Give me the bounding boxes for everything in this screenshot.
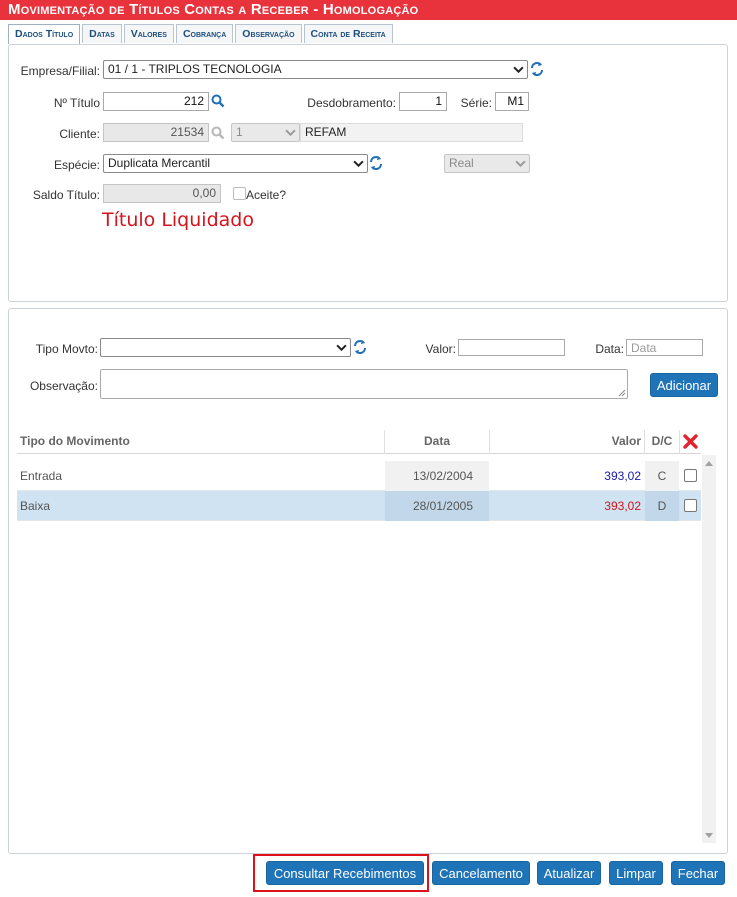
scroll-down-icon[interactable]	[705, 833, 713, 839]
desdobramento-label: Desdobramento:	[307, 96, 396, 110]
data-input[interactable]: Data	[626, 339, 703, 356]
refresh-icon[interactable]	[353, 339, 367, 355]
row-dc: C	[645, 461, 679, 491]
search-icon[interactable]	[211, 94, 225, 108]
cliente-seq: 1	[236, 125, 243, 139]
resize-handle-icon[interactable]	[617, 388, 626, 397]
tab-datas[interactable]: Datas	[82, 24, 122, 43]
titulo-value: 212	[183, 94, 204, 108]
empresa-label: Empresa/Filial:	[20, 64, 100, 78]
aceite-label: Aceite?	[246, 188, 287, 202]
observacao-label: Observação:	[29, 379, 98, 393]
row-data: 28/01/2005	[385, 491, 489, 521]
refresh-icon[interactable]	[530, 61, 544, 77]
cliente-code: 21534	[170, 125, 204, 139]
empresa-select[interactable]: 01 / 1 - TRIPLOS TECNOLOGIA	[103, 60, 528, 79]
desdobramento-input[interactable]: 1	[399, 92, 447, 111]
titulo-label: Nº Título	[53, 96, 100, 110]
cliente-seq-select: 1	[231, 123, 300, 142]
col-tipo-movimento[interactable]: Tipo do Movimento	[20, 430, 130, 454]
search-icon	[211, 126, 225, 140]
highlight-box	[253, 854, 429, 892]
titulo-input[interactable]: 212	[103, 92, 209, 111]
valor-input[interactable]	[458, 339, 565, 356]
saldo-value: 0,00	[192, 186, 216, 200]
valor-label: Valor:	[425, 342, 456, 356]
especie-select[interactable]: Duplicata Mercantil	[103, 154, 368, 173]
row-data: 13/02/2004	[385, 461, 489, 491]
chevron-down-icon	[515, 160, 526, 168]
tab-bar: Dados Título Datas Valores Cobrança Obse…	[8, 24, 395, 44]
limpar-button[interactable]: Limpar	[609, 861, 663, 885]
especie-label: Espécie:	[53, 158, 100, 172]
data-label: Data:	[595, 342, 624, 356]
chevron-down-icon	[285, 129, 296, 137]
scroll-up-icon[interactable]	[705, 460, 713, 466]
serie-label: Série:	[460, 96, 492, 110]
observacao-textarea[interactable]	[100, 369, 628, 399]
cliente-name-field: REFAM	[300, 123, 523, 142]
especie-value: Duplicata Mercantil	[108, 156, 211, 170]
col-valor[interactable]: Valor	[490, 430, 643, 454]
row-tipo: Entrada	[20, 469, 63, 483]
col-data[interactable]: Data	[385, 430, 489, 454]
aceite-checkbox[interactable]	[233, 187, 246, 200]
cliente-code-input: 21534	[103, 123, 209, 142]
tab-cobranca[interactable]: Cobrança	[175, 24, 234, 43]
col-dc[interactable]: D/C	[645, 430, 679, 454]
empresa-value: 01 / 1 - TRIPLOS TECNOLOGIA	[108, 62, 282, 76]
cliente-label: Cliente:	[59, 127, 100, 141]
tab-dados-titulo[interactable]: Dados Título	[8, 24, 81, 44]
table-row[interactable]: Entrada 13/02/2004 393,02 C	[17, 461, 701, 491]
refresh-icon[interactable]	[369, 155, 383, 171]
tab-observacao[interactable]: Observação	[235, 24, 302, 43]
chevron-down-icon	[353, 160, 364, 168]
serie-input[interactable]: M1	[495, 92, 529, 111]
col-divider	[679, 430, 680, 454]
chevron-down-icon	[513, 66, 524, 74]
grid-scrollbar[interactable]	[702, 455, 716, 843]
cliente-name: REFAM	[305, 125, 347, 139]
dados-titulo-panel	[8, 44, 728, 302]
tipo-movto-label: Tipo Movto:	[35, 342, 98, 356]
fechar-button[interactable]: Fechar	[671, 861, 725, 885]
row-checkbox[interactable]	[684, 469, 697, 482]
chevron-down-icon	[336, 344, 347, 352]
row-valor: 393,02	[604, 499, 641, 513]
atualizar-button[interactable]: Atualizar	[537, 861, 601, 885]
tab-conta-de-receita[interactable]: Conta de Receita	[303, 24, 393, 43]
cancelamento-button[interactable]: Cancelamento	[432, 861, 530, 885]
window-title: Movimentação de Títulos Contas a Receber…	[0, 0, 737, 20]
tipo-movto-select[interactable]	[100, 338, 351, 357]
grid-header: Tipo do Movimento Data Valor D/C	[17, 430, 701, 454]
row-tipo: Baixa	[20, 499, 51, 513]
serie-value: M1	[507, 94, 524, 108]
row-dc: D	[645, 491, 679, 521]
row-checkbox[interactable]	[684, 499, 697, 512]
desdobramento-value: 1	[435, 94, 442, 108]
saldo-label: Saldo Título:	[32, 188, 100, 202]
status-text: Título Liquidado	[102, 209, 254, 231]
table-row[interactable]: Baixa 28/01/2005 393,02 D	[17, 491, 701, 521]
adicionar-button[interactable]: Adicionar	[650, 373, 718, 397]
saldo-input: 0,00	[103, 184, 221, 203]
tab-valores[interactable]: Valores	[123, 24, 174, 43]
moeda-select: Real	[444, 154, 530, 173]
moeda-value: Real	[449, 156, 474, 170]
delete-icon[interactable]	[683, 434, 698, 449]
data-placeholder: Data	[631, 341, 657, 355]
row-valor: 393,02	[604, 469, 641, 483]
